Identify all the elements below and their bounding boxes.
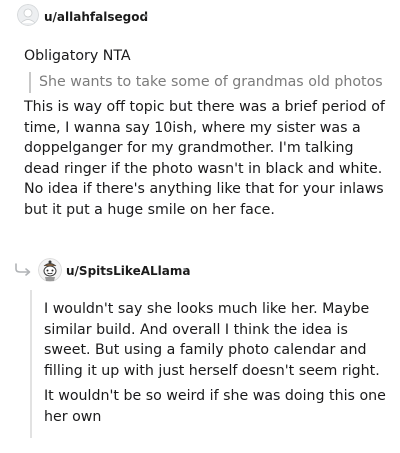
meta-separator: • — [143, 11, 149, 22]
comment-text-line: filling it up with just herself doesn't … — [44, 362, 380, 379]
comment-text-line: doppelganger for my grandmother. I'm tal… — [24, 140, 354, 157]
thread-line[interactable] — [30, 290, 32, 438]
snoo-avatar-icon — [38, 258, 62, 282]
user-avatar[interactable] — [38, 258, 62, 282]
comment-text-line: time, I wanna say 10ish, where my sister… — [24, 119, 361, 136]
reply-paragraph: I wouldn't say she looks much like her. … — [44, 299, 380, 381]
comment-text-line: I wouldn't say she looks much like her. … — [44, 301, 370, 317]
meta-separator: • — [182, 265, 188, 276]
comment-body: This is way off topic but there was a br… — [24, 97, 385, 221]
reply-paragraph: It wouldn't be so weird if she was doing… — [44, 386, 386, 427]
user-avatar[interactable] — [17, 4, 39, 26]
comment-text-line: It wouldn't be so weird if she was doing… — [44, 388, 386, 404]
comment-text-line: This is way off topic but there was a br… — [24, 99, 385, 115]
comment-text-line: dead ringer if the photo wasn't in black… — [24, 160, 383, 177]
default-avatar-icon — [17, 4, 39, 26]
comment-thread: u/allahfalsegod • Obligatory NTA She wan… — [0, 0, 400, 453]
comment-text-line: her own — [44, 408, 102, 425]
comment-author[interactable]: u/allahfalsegod — [44, 10, 148, 24]
comment-author[interactable]: u/SpitsLikeALlama — [66, 264, 190, 278]
comment-intro: Obligatory NTA — [24, 46, 131, 67]
blockquote-text: She wants to take some of grandmas old p… — [39, 74, 383, 90]
comment-text-line: similar build. And overall I think the i… — [44, 321, 348, 338]
comment-text-line: but it put a huge smile on her face. — [24, 201, 275, 218]
comment-text-line: No idea if there's anything like that fo… — [24, 181, 384, 198]
reply-arrow-icon — [14, 263, 34, 277]
blockquote-bar — [29, 72, 31, 93]
comment-text-line: sweet. But using a family photo calendar… — [44, 342, 367, 359]
comment-text-line: Obligatory NTA — [24, 48, 131, 64]
